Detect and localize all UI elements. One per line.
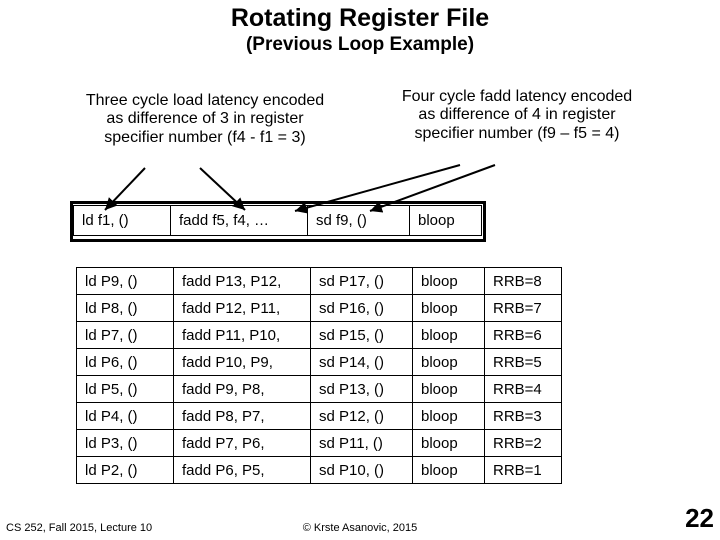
- page-number: 22: [685, 503, 714, 534]
- cell-ld: ld P6, (): [77, 349, 174, 376]
- note-load-latency: Three cycle load latency encoded as diff…: [80, 92, 330, 147]
- header-table: ld f1, () fadd f5, f4, … sd f9, () bloop: [73, 205, 482, 236]
- cell-bloop: bloop: [413, 322, 485, 349]
- cell-bloop: bloop: [413, 376, 485, 403]
- cell-fadd: fadd P10, P9,: [174, 349, 311, 376]
- cell-sd: sd P13, (): [311, 376, 413, 403]
- cell-sd: sd P17, (): [311, 268, 413, 295]
- cell-rrb: RRB=4: [485, 376, 562, 403]
- note-fadd-latency: Four cycle fadd latency encoded as diffe…: [392, 88, 642, 143]
- cell-fadd: fadd P11, P10,: [174, 322, 311, 349]
- slide: Rotating Register File (Previous Loop Ex…: [0, 0, 720, 540]
- cell-rrb: RRB=1: [485, 457, 562, 484]
- cell-fadd: fadd P6, P5,: [174, 457, 311, 484]
- table-row: ld P5, () fadd P9, P8, sd P13, () bloop …: [77, 376, 562, 403]
- cell-rrb: RRB=7: [485, 295, 562, 322]
- cell-rrb: RRB=5: [485, 349, 562, 376]
- cell-sd: sd P16, (): [311, 295, 413, 322]
- cell-ld: ld P8, (): [77, 295, 174, 322]
- cell-sd: sd P11, (): [311, 430, 413, 457]
- hdr-ld: ld f1, (): [74, 206, 171, 236]
- cell-sd: sd P14, (): [311, 349, 413, 376]
- cell-rrb: RRB=2: [485, 430, 562, 457]
- table-row: ld P2, () fadd P6, P5, sd P10, () bloop …: [77, 457, 562, 484]
- cell-bloop: bloop: [413, 403, 485, 430]
- cell-fadd: fadd P8, P7,: [174, 403, 311, 430]
- table-row: ld P4, () fadd P8, P7, sd P12, () bloop …: [77, 403, 562, 430]
- cell-ld: ld P4, (): [77, 403, 174, 430]
- cell-rrb: RRB=3: [485, 403, 562, 430]
- table-row: ld P3, () fadd P7, P6, sd P11, () bloop …: [77, 430, 562, 457]
- cell-bloop: bloop: [413, 349, 485, 376]
- cell-bloop: bloop: [413, 457, 485, 484]
- cell-ld: ld P2, (): [77, 457, 174, 484]
- cell-bloop: bloop: [413, 430, 485, 457]
- cell-fadd: fadd P13, P12,: [174, 268, 311, 295]
- cell-ld: ld P7, (): [77, 322, 174, 349]
- cell-bloop: bloop: [413, 268, 485, 295]
- table-row: ld P8, () fadd P12, P11, sd P16, () bloo…: [77, 295, 562, 322]
- cell-rrb: RRB=6: [485, 322, 562, 349]
- cell-ld: ld P5, (): [77, 376, 174, 403]
- hdr-bloop: bloop: [410, 206, 482, 236]
- table-row: ld P9, () fadd P13, P12, sd P17, () bloo…: [77, 268, 562, 295]
- arrow-to-fadd-left: [200, 168, 245, 210]
- arrow-to-ld: [105, 168, 145, 210]
- hdr-fadd: fadd f5, f4, …: [171, 206, 308, 236]
- cell-fadd: fadd P7, P6,: [174, 430, 311, 457]
- footer-copyright: © Krste Asanovic, 2015: [0, 522, 720, 534]
- cell-rrb: RRB=8: [485, 268, 562, 295]
- cell-ld: ld P9, (): [77, 268, 174, 295]
- cell-sd: sd P12, (): [311, 403, 413, 430]
- header-row: ld f1, () fadd f5, f4, … sd f9, () bloop: [74, 206, 482, 236]
- hdr-sd: sd f9, (): [308, 206, 410, 236]
- table-row: ld P7, () fadd P11, P10, sd P15, () bloo…: [77, 322, 562, 349]
- iteration-table: ld P9, () fadd P13, P12, sd P17, () bloo…: [76, 267, 562, 484]
- cell-fadd: fadd P9, P8,: [174, 376, 311, 403]
- cell-sd: sd P15, (): [311, 322, 413, 349]
- cell-sd: sd P10, (): [311, 457, 413, 484]
- cell-fadd: fadd P12, P11,: [174, 295, 311, 322]
- cell-ld: ld P3, (): [77, 430, 174, 457]
- slide-subtitle: (Previous Loop Example): [0, 34, 720, 56]
- cell-bloop: bloop: [413, 295, 485, 322]
- slide-title: Rotating Register File: [0, 4, 720, 33]
- table-row: ld P6, () fadd P10, P9, sd P14, () bloop…: [77, 349, 562, 376]
